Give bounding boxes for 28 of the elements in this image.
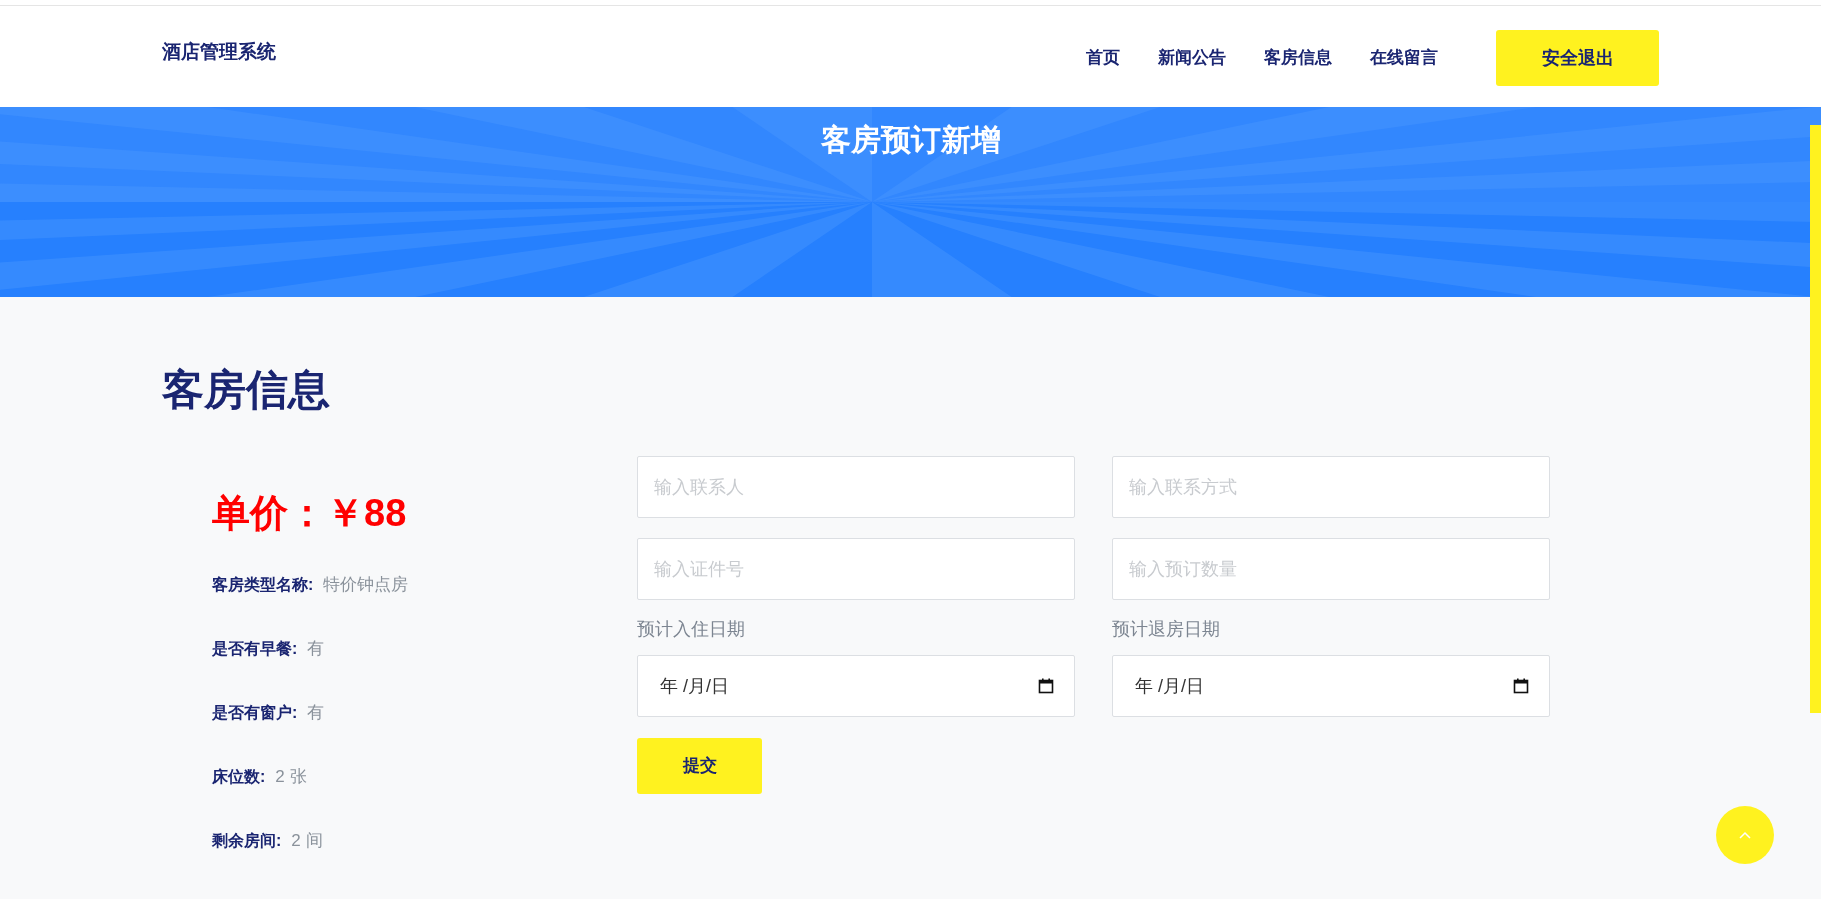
detail-value: 特价钟点房 [323, 574, 409, 596]
nav-link[interactable]: 在线留言 [1370, 45, 1438, 71]
detail-label: 剩余房间: [212, 831, 282, 851]
section-heading: 客房信息 [162, 369, 331, 411]
calendar-icon[interactable] [1513, 678, 1529, 694]
scrollbar-thumb[interactable] [1810, 125, 1821, 713]
date-label: 预计入住日期 [637, 618, 746, 641]
banner-title: 客房预订新增 [819, 122, 1002, 158]
chevron-up-icon [1739, 831, 1751, 839]
price-text: 单价：￥88 [212, 494, 408, 532]
detail-label: 客房类型名称: [212, 575, 314, 595]
detail-value: 有 [307, 702, 325, 724]
nav-link[interactable]: 首页 [1086, 45, 1120, 71]
detail-value: 2 间 [291, 830, 323, 852]
detail-label: 床位数: [212, 767, 266, 787]
date-label: 预计退房日期 [1112, 618, 1221, 641]
detail-label: 是否有早餐: [212, 639, 298, 659]
submit-button[interactable]: 提交 [637, 738, 762, 794]
date-field[interactable]: 年 /月/日 [637, 655, 1075, 717]
site-logo[interactable]: 酒店管理系统 [162, 38, 276, 67]
logout-button[interactable]: 安全退出 [1496, 30, 1659, 86]
detail-value: 有 [307, 638, 325, 660]
date-field[interactable]: 年 /月/日 [1112, 655, 1550, 717]
calendar-icon[interactable] [1038, 678, 1054, 694]
detail-value: 2 张 [275, 766, 307, 788]
nav-link[interactable]: 客房信息 [1264, 45, 1332, 71]
nav-link[interactable]: 新闻公告 [1158, 45, 1226, 71]
detail-label: 是否有窗户: [212, 703, 298, 723]
